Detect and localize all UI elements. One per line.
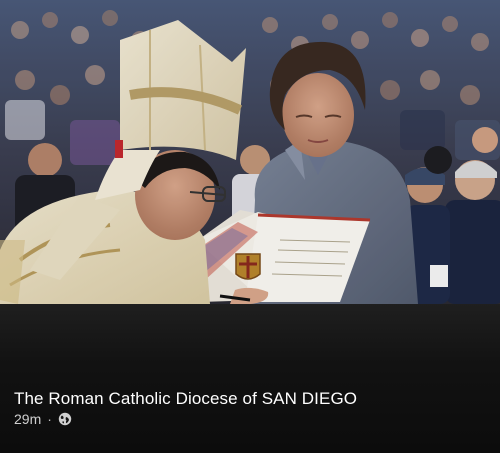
post-caption-area bbox=[0, 304, 500, 453]
facebook-post: The Roman Catholic Diocese of SAN DIEGO … bbox=[0, 0, 500, 453]
globe-icon[interactable] bbox=[58, 412, 72, 426]
post-timestamp[interactable]: 29m bbox=[14, 411, 41, 427]
post-meta: 29m · bbox=[14, 411, 72, 427]
page-name-link[interactable]: The Roman Catholic Diocese of SAN DIEGO bbox=[14, 389, 357, 409]
post-photo[interactable] bbox=[0, 0, 500, 304]
ordination-photo bbox=[0, 0, 500, 304]
meta-separator: · bbox=[47, 411, 52, 427]
